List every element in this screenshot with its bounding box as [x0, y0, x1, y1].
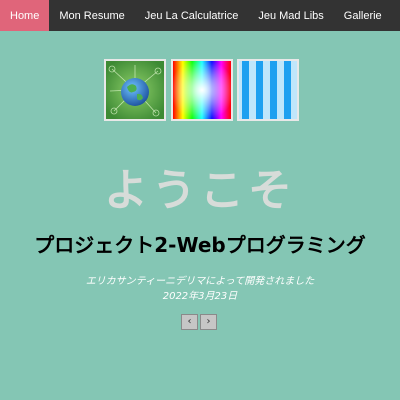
nav-home[interactable]: Home	[0, 0, 50, 31]
page-title: プロジェクト2-Webプログラミング	[34, 233, 366, 257]
welcome-heading: ようこそ	[104, 165, 296, 216]
credit-line: エリカサンティーニデリマによって開発されました	[85, 276, 315, 287]
thumbnail-row	[104, 59, 300, 121]
earth-globe-image[interactable]	[104, 59, 166, 121]
nav-mad-libs[interactable]: Jeu Mad Libs	[248, 0, 333, 31]
top-navbar: Home Mon Resume Jeu La Calculatrice Jeu …	[0, 0, 400, 31]
date-line: 2022年3月23日	[162, 291, 238, 302]
color-spectrum-image[interactable]	[171, 59, 233, 121]
credit-block: エリカサンティーニデリマによって開発されました 2022年3月23日	[0, 274, 400, 304]
nav-gallerie[interactable]: Gallerie	[334, 0, 392, 31]
next-button[interactable]: ›	[200, 314, 217, 330]
blue-stripes-image[interactable]	[237, 59, 299, 121]
pager: ‹ ›	[181, 314, 217, 330]
prev-button[interactable]: ‹	[181, 314, 198, 330]
nav-calculatrice[interactable]: Jeu La Calculatrice	[135, 0, 249, 31]
nav-mon-resume[interactable]: Mon Resume	[49, 0, 134, 31]
